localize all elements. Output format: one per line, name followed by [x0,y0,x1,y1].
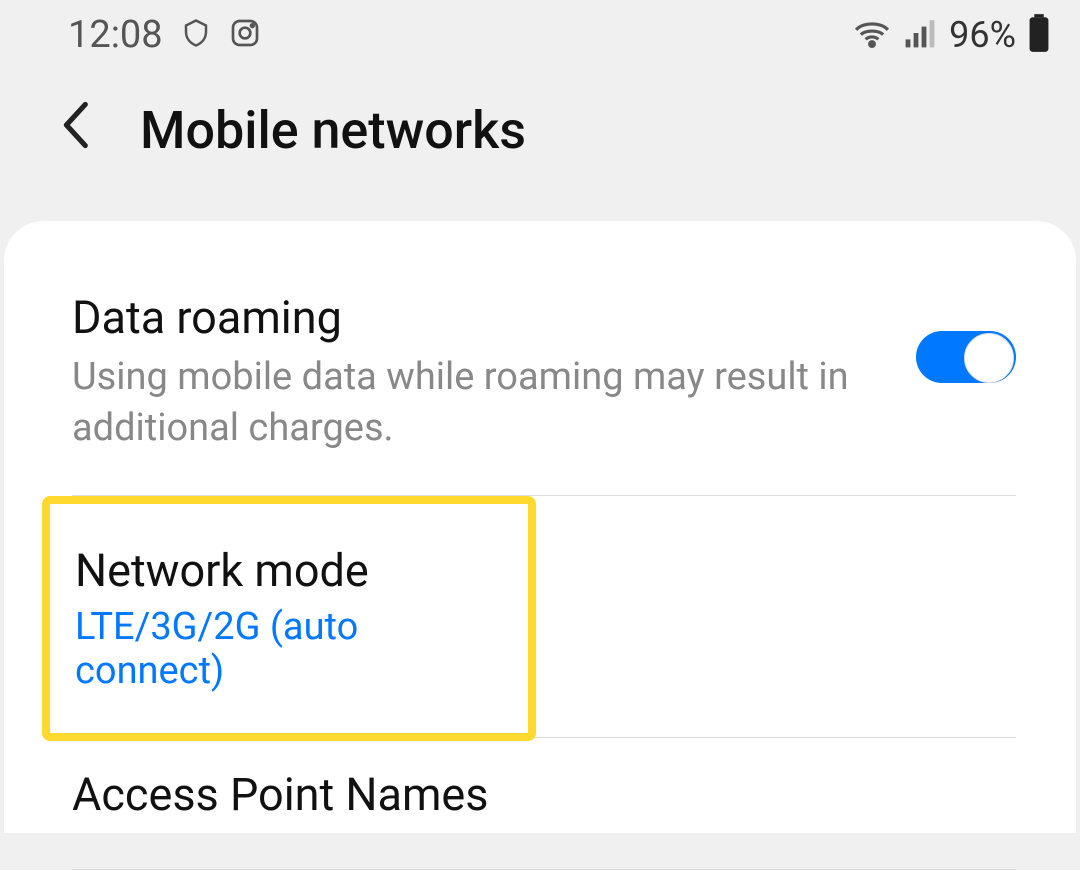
status-left: 12:08 [68,13,261,57]
apn-title: Access Point Names [72,768,1016,821]
network-mode-title: Network mode [75,544,498,597]
divider [72,869,1016,870]
data-roaming-title: Data roaming [72,291,886,344]
content-card: Data roaming Using mobile data while roa… [4,221,1076,833]
setting-data-roaming[interactable]: Data roaming Using mobile data while roa… [4,261,1076,495]
shield-icon [181,17,211,53]
instagram-icon [229,17,261,53]
network-mode-value: LTE/3G/2G (auto connect) [75,605,498,693]
status-time: 12:08 [68,13,163,57]
battery-percent: 96% [949,14,1016,56]
status-right: 96% [853,14,1050,56]
data-roaming-toggle[interactable] [916,331,1016,383]
battery-icon [1028,14,1050,56]
status-bar: 12:08 [0,0,1080,70]
setting-apn[interactable]: Access Point Names [4,738,1076,869]
setting-network-mode[interactable]: Network mode LTE/3G/2G (auto connect) [42,496,536,741]
back-button[interactable] [60,101,90,161]
signal-icon [903,17,937,53]
wifi-icon [853,17,891,53]
data-roaming-subtitle: Using mobile data while roaming may resu… [72,352,886,455]
page-title: Mobile networks [140,100,526,161]
page-header: Mobile networks [0,70,1080,221]
